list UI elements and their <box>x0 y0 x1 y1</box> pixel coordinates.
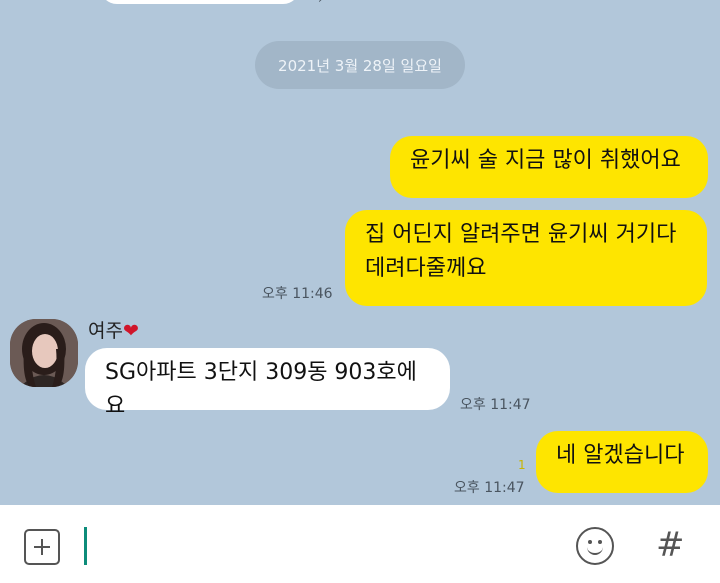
plus-square-icon[interactable] <box>24 529 60 565</box>
sender-avatar[interactable] <box>10 319 78 387</box>
my-message-bubble[interactable]: 네 알겠습니다 <box>536 431 708 493</box>
message-text: 네 알겠습니다 <box>556 443 685 468</box>
avatar-photo-icon <box>10 319 78 387</box>
date-divider: 2021년 3월 28일 일요일 <box>255 41 465 89</box>
hashtag-icon[interactable]: # <box>656 525 685 565</box>
message-time: 오후 11:47 <box>454 480 525 496</box>
smiley-eye <box>598 540 602 544</box>
their-message-bubble[interactable]: SG아파트 3단지 309동 903호에요 <box>85 348 450 419</box>
my-message-bubble[interactable]: 윤기씨 술 지금 많이 취했어요 <box>390 136 708 198</box>
message-time: 오후 11:47 <box>460 397 531 413</box>
my-message-bubble[interactable]: 집 어딘지 알려주면 윤기씨 거기다 데려다줄께요 <box>345 210 707 306</box>
message-input-bar: # <box>0 505 720 583</box>
sender-name-text: 여주 <box>88 320 123 342</box>
message-time: 오후 11:46 <box>262 286 333 302</box>
text-cursor <box>84 527 87 565</box>
previous-message-time: › <box>318 0 323 6</box>
unread-count: 1 <box>518 458 526 472</box>
smiley-mouth <box>587 545 603 555</box>
heart-icon: ❤ <box>122 320 139 342</box>
chat-area: › 2021년 3월 28일 일요일 윤기씨 술 지금 많이 취했어요 집 어딘… <box>0 0 720 505</box>
message-text: SG아파트 3단지 309동 903호에요 <box>105 360 417 419</box>
message-text-line: 집 어딘지 알려주면 윤기씨 거기다 <box>365 222 677 247</box>
message-text: 윤기씨 술 지금 많이 취했어요 <box>410 148 681 173</box>
smiley-eye <box>588 540 592 544</box>
smiley-icon[interactable] <box>576 527 614 565</box>
message-input[interactable] <box>96 523 560 569</box>
message-text-line: 데려다줄께요 <box>365 256 487 281</box>
previous-message-bubble[interactable] <box>100 0 300 4</box>
sender-name: 여주❤ <box>88 316 139 343</box>
